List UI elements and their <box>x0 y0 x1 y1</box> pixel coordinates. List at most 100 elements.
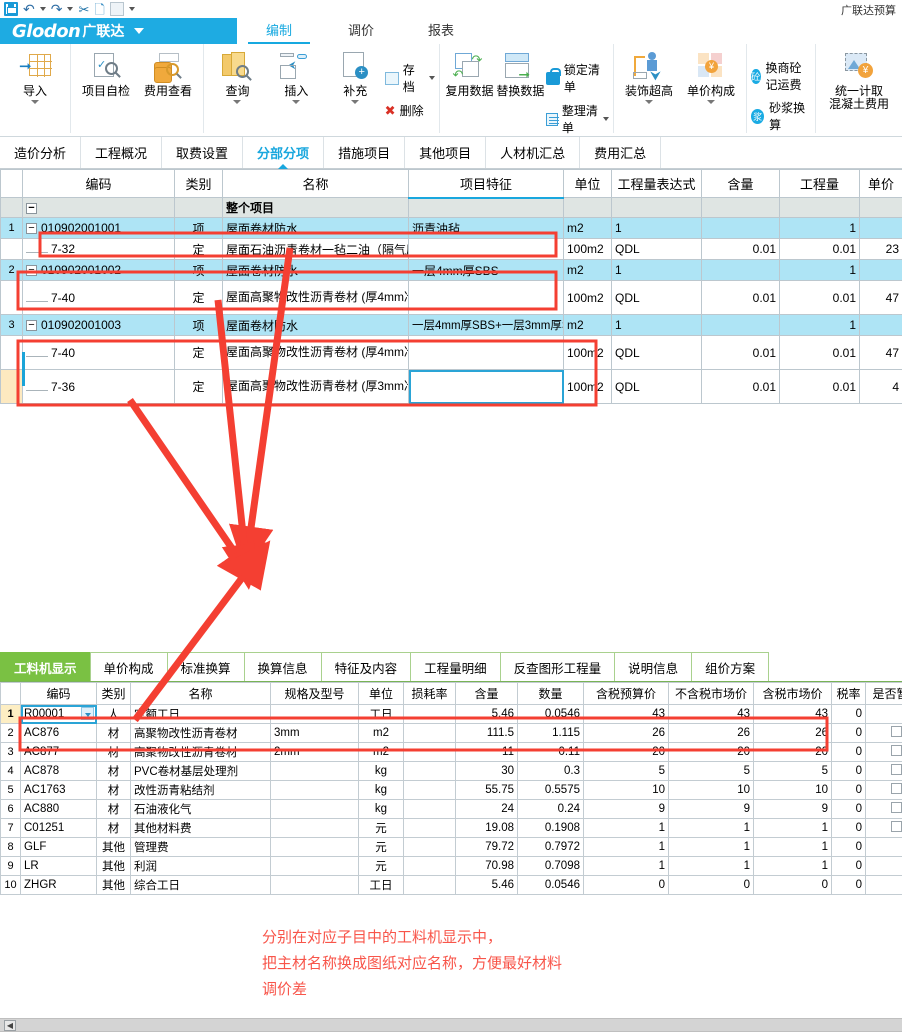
cell-tax-rate[interactable]: 0 <box>832 781 866 800</box>
cell-category[interactable]: 材 <box>97 724 131 743</box>
horizontal-splitter[interactable]: ◀ <box>0 1018 902 1032</box>
cell-name[interactable]: PVC卷材基层处理剂 <box>131 762 271 781</box>
tab-fenbu-fenxiang[interactable]: 分部分项 <box>243 137 324 168</box>
cell-quantity[interactable]: 0.01 <box>780 239 860 260</box>
header-is-provisional[interactable]: 是否暂估 <box>866 683 902 705</box>
cell-budget-price[interactable]: 1 <box>584 838 669 857</box>
header-spec[interactable]: 规格及型号 <box>271 683 359 705</box>
cell-market-excl[interactable]: 20 <box>669 743 754 762</box>
cell-name[interactable]: 高聚物改性沥青卷材 <box>131 743 271 762</box>
header-unit2[interactable]: 单位 <box>359 683 404 705</box>
header-qty-expression[interactable]: 工程量表达式 <box>612 170 702 198</box>
cell-loss[interactable] <box>404 705 456 724</box>
cell-code[interactable]: AC876 <box>21 724 97 743</box>
concrete-freight-button[interactable]: 砼 换商砼记运费 <box>751 59 811 93</box>
cell-tax-rate[interactable]: 0 <box>832 838 866 857</box>
cell-market-incl[interactable]: 20 <box>754 743 832 762</box>
cell-provisional[interactable] <box>866 838 902 857</box>
import-button[interactable]: ➞ 导入 <box>4 47 66 104</box>
tab-cuoshi-xiangmu[interactable]: 措施项目 <box>324 137 405 168</box>
cell-category[interactable]: 定 <box>175 281 223 315</box>
unit-price-composition-dropdown-icon[interactable] <box>707 100 715 104</box>
cell-budget-price[interactable]: 10 <box>584 781 669 800</box>
cell-quantity[interactable]: 0.0546 <box>518 705 584 724</box>
cell-market-incl[interactable]: 10 <box>754 781 832 800</box>
header-category2[interactable]: 类别 <box>97 683 131 705</box>
insert-dropdown-icon[interactable] <box>292 100 300 104</box>
cell-code[interactable]: R00001 <box>21 705 97 724</box>
header-name[interactable]: 名称 <box>223 170 409 198</box>
cell-name[interactable]: 屋面卷材防水 <box>223 260 409 281</box>
header-content2[interactable]: 含量 <box>456 683 518 705</box>
cell-unit[interactable]: 元 <box>359 819 404 838</box>
cell-quantity[interactable]: 1 <box>780 218 860 239</box>
cell-unit[interactable]: kg <box>359 781 404 800</box>
provisional-checkbox[interactable] <box>891 821 902 832</box>
cell-market-incl[interactable]: 26 <box>754 724 832 743</box>
cell-unit[interactable]: 工日 <box>359 705 404 724</box>
cell-market-excl[interactable]: 0 <box>669 876 754 895</box>
cell-content[interactable]: 19.08 <box>456 819 518 838</box>
cell-tax-rate[interactable]: 0 <box>832 800 866 819</box>
table-row[interactable]: 5 AC1763 材 改性沥青粘结剂 kg 55.75 0.5575 10 10… <box>1 781 902 800</box>
cell-loss[interactable] <box>404 838 456 857</box>
provisional-checkbox[interactable] <box>891 764 902 775</box>
cell-content[interactable]: 5.46 <box>456 876 518 895</box>
cell-name[interactable]: 综合工日 <box>131 876 271 895</box>
expander-icon[interactable]: − <box>26 320 37 331</box>
cell-provisional[interactable] <box>866 876 902 895</box>
cell-market-excl[interactable]: 5 <box>669 762 754 781</box>
cell-code[interactable]: − <box>23 198 175 218</box>
cell-tax-rate[interactable]: 0 <box>832 743 866 762</box>
cell-content[interactable]: 70.98 <box>456 857 518 876</box>
cell-tax-rate[interactable]: 0 <box>832 857 866 876</box>
cell-spec[interactable]: 2mm <box>271 743 359 762</box>
decoration-height-dropdown-icon[interactable] <box>645 100 653 104</box>
cell-quantity[interactable] <box>780 198 860 218</box>
cell-unit[interactable]: 元 <box>359 838 404 857</box>
cell-category[interactable]: 其他 <box>97 857 131 876</box>
cell-code[interactable]: ZHGR <box>21 876 97 895</box>
cell-name[interactable]: 管理费 <box>131 838 271 857</box>
tab-gongcheng-gaikuang[interactable]: 工程概况 <box>81 137 162 168</box>
cell-tax-rate[interactable]: 0 <box>832 762 866 781</box>
cell-category[interactable]: 项 <box>175 315 223 336</box>
cell-expression[interactable]: 1 <box>612 218 702 239</box>
cell-market-incl[interactable]: 5 <box>754 762 832 781</box>
cell-unit[interactable]: 100m2 <box>564 281 612 315</box>
cell-market-excl[interactable]: 1 <box>669 857 754 876</box>
delete-button[interactable]: ✖ 删除 <box>385 102 435 119</box>
table-row[interactable]: 1 R00001 人 定额工日 工日 5.46 0.0546 43 43 43 … <box>1 705 902 724</box>
cell-unit[interactable]: kg <box>359 762 404 781</box>
cell-quantity[interactable]: 0.01 <box>780 336 860 370</box>
cell-budget-price[interactable]: 1 <box>584 819 669 838</box>
cell-budget-price[interactable]: 0 <box>584 876 669 895</box>
cell-unit[interactable]: 元 <box>359 857 404 876</box>
cell-code[interactable]: C01251 <box>21 819 97 838</box>
cell-content[interactable]: 30 <box>456 762 518 781</box>
cell-category[interactable] <box>175 198 223 218</box>
cell-name[interactable]: 屋面高聚物改性沥青卷材 (厚3mm冷贴)满铺 <box>223 370 409 404</box>
cell-price[interactable] <box>860 315 902 336</box>
cell-content[interactable]: 55.75 <box>456 781 518 800</box>
cell-category[interactable]: 材 <box>97 819 131 838</box>
cell-quantity[interactable]: 1 <box>780 260 860 281</box>
cell-spec[interactable] <box>271 857 359 876</box>
query-button[interactable]: 查询 <box>208 47 267 104</box>
cell-market-excl[interactable]: 10 <box>669 781 754 800</box>
unified-concrete-fee-button[interactable]: ¥ 统一计取 混凝土费用 <box>820 47 898 111</box>
header-market-incl-tax[interactable]: 含税市场价 <box>754 683 832 705</box>
cell-feature[interactable] <box>409 336 564 370</box>
cell-expression[interactable]: QDL <box>612 281 702 315</box>
header-loss-rate[interactable]: 损耗率 <box>404 683 456 705</box>
cell-name[interactable]: 其他材料费 <box>131 819 271 838</box>
cell-content[interactable]: 0.01 <box>702 239 780 260</box>
cell-provisional[interactable] <box>866 781 902 800</box>
cell-budget-price[interactable]: 5 <box>584 762 669 781</box>
ribbon-tab-bianzhi[interactable]: 编制 <box>248 18 310 44</box>
cell-loss[interactable] <box>404 800 456 819</box>
cell-market-incl[interactable]: 1 <box>754 857 832 876</box>
cell-quantity[interactable]: 0.7098 <box>518 857 584 876</box>
splitter-collapse-icon[interactable]: ◀ <box>4 1020 16 1031</box>
tab-qita-xiangmu[interactable]: 其他项目 <box>405 137 486 168</box>
